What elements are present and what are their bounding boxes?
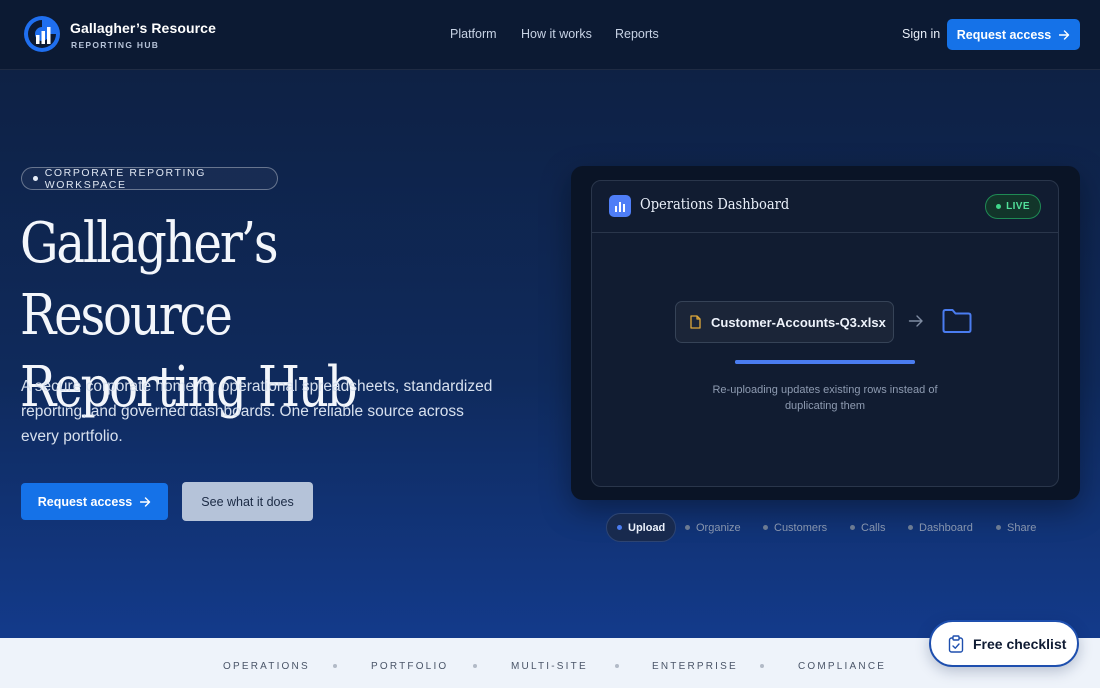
upload-progress-fill [735,360,915,364]
step-dot-icon [685,525,690,530]
sign-in-link[interactable]: Sign in [902,27,940,41]
live-label: LIVE [1006,201,1030,212]
nav-request-access-label: Request access [956,27,1052,42]
brand-name[interactable]: Gallagher’s Resource [70,20,216,36]
file-chip[interactable]: Customer-Accounts-Q3.xlsx [675,301,894,343]
step-dot-icon [996,525,1001,530]
step-upload[interactable]: Upload [606,513,677,542]
live-dot-icon [996,204,1002,209]
step-dot-icon [617,525,622,530]
step-label: Calls [861,521,886,534]
strip-item-operations: OPERATIONS [223,661,310,672]
step-label: Share [1007,521,1037,534]
card-divider [592,232,1058,233]
step-dashboard[interactable]: Dashboard [908,513,973,542]
file-name: Customer-Accounts-Q3.xlsx [711,314,886,330]
step-label: Organize [696,521,741,534]
brand-subtitle: REPORTING HUB [71,40,160,50]
strip-separator [760,664,764,668]
top-nav: Gallagher’s Resource REPORTING HUB Platf… [0,0,1100,70]
strip-item-portfolio: PORTFOLIO [371,661,449,672]
nav-link-how-it-works[interactable]: How it works [521,27,592,41]
step-calls[interactable]: Calls [850,513,885,542]
hero-title-line-1: Gallagher’s Resource [20,211,279,348]
step-dot-icon [908,525,913,530]
step-share[interactable]: Share [996,513,1036,542]
nav-request-access-button[interactable]: Request access [947,19,1080,50]
nav-link-platform[interactable]: Platform [450,27,497,41]
step-label: Upload [628,521,666,534]
strip-separator [473,664,477,668]
strip-item-compliance: COMPLIANCE [798,661,887,672]
strip-separator [333,664,337,668]
hero-request-access-button[interactable]: Request access [21,483,168,520]
hero-description: A secure corporate home for operational … [21,378,493,445]
brand-logo-icon[interactable] [22,14,62,54]
arrow-right-icon [908,315,923,327]
strip-separator [615,664,619,668]
live-status-badge: LIVE [985,194,1041,219]
bar-chart-icon [609,195,631,217]
strip-item-multi-site: MULTI-SITE [511,661,588,672]
arrow-right-icon [1059,29,1070,40]
step-dot-icon [850,525,855,530]
see-what-it-does-button[interactable]: See what it does [182,482,313,521]
file-icon [690,315,701,329]
free-checklist-label: Free checklist [973,635,1067,652]
strip-item-enterprise: ENTERPRISE [652,661,738,672]
dashboard-title: Operations Dashboard [640,197,790,213]
step-organize[interactable]: Organize [685,513,741,542]
arrow-right-icon [140,496,151,507]
upload-progress-bar [735,360,915,364]
eyebrow-text: CORPORATE REPORTING WORKSPACE [44,166,206,191]
step-dot-icon [763,525,768,530]
free-checklist-button[interactable]: Free checklist [929,620,1079,667]
step-customers[interactable]: Customers [763,513,827,542]
folder-icon [942,309,972,333]
nav-link-reports[interactable]: Reports [615,27,659,41]
hero-request-access-label: Request access [37,494,133,509]
eyebrow-dot-icon [33,176,38,181]
step-label: Customers [774,521,828,534]
upload-status-text: Re-uploading updates existing rows inste… [712,384,938,412]
clipboard-check-icon [948,634,964,653]
step-label: Dashboard [919,521,973,534]
eyebrow-badge: CORPORATE REPORTING WORKSPACE [21,166,278,191]
